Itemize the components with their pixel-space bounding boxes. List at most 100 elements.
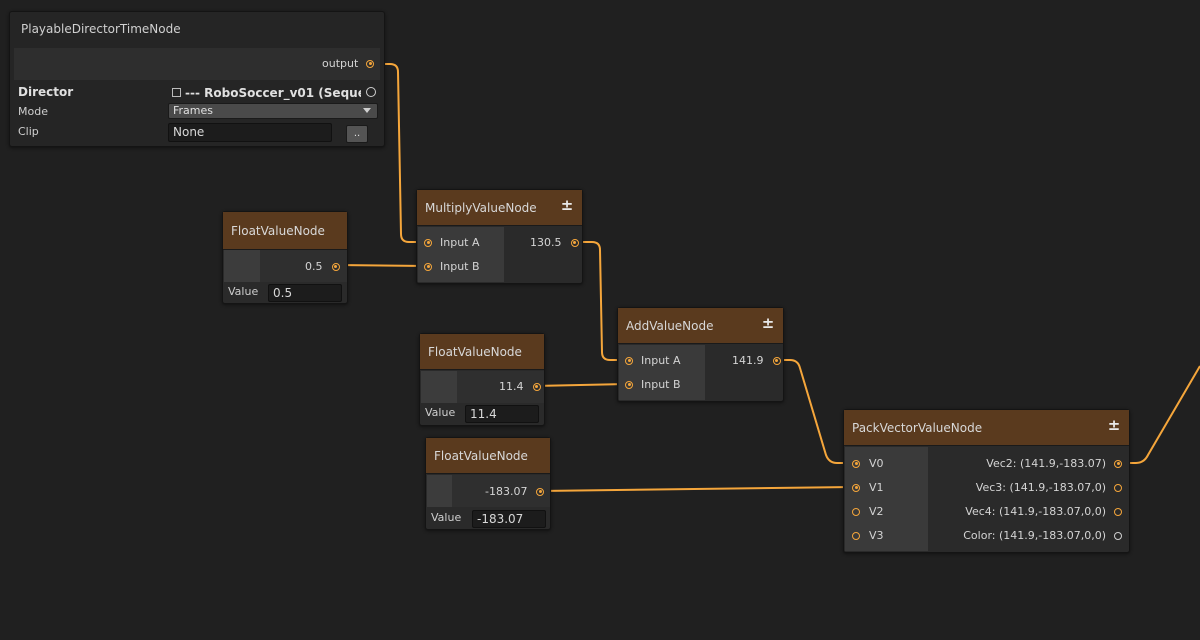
- node-title: PackVectorValueNode ±: [844, 410, 1129, 446]
- value-field[interactable]: 0.5: [268, 284, 342, 302]
- vec3-output-port[interactable]: Vec3: (141.9,-183.07,0): [976, 481, 1122, 494]
- v0-label: V0: [869, 457, 884, 470]
- mode-label: Mode: [18, 105, 48, 118]
- input-well: [427, 475, 452, 507]
- port-dot-icon[interactable]: [1114, 483, 1122, 492]
- node-title-text: FloatValueNode: [434, 448, 528, 463]
- port-dot-icon[interactable]: [532, 382, 541, 391]
- port-dot-icon[interactable]: [424, 262, 432, 271]
- v2-label: V2: [869, 505, 884, 518]
- node-title: PlayableDirectorTimeNode: [21, 22, 181, 36]
- input-a-label: Input A: [440, 236, 480, 249]
- vec2-label: Vec2: (141.9,-183.07): [986, 457, 1106, 470]
- port-dot-icon[interactable]: [1114, 459, 1122, 468]
- input-well: [224, 250, 260, 282]
- clip-value: None: [173, 125, 205, 139]
- clip-select-button[interactable]: ..: [346, 125, 368, 143]
- output-value: 0.5: [305, 260, 323, 273]
- input-b-label: Input B: [440, 260, 480, 273]
- float-value-node-1[interactable]: FloatValueNode 0.5 Value 0.5: [222, 211, 348, 304]
- output-port[interactable]: -183.07: [485, 485, 545, 498]
- port-dot-icon[interactable]: [625, 356, 633, 365]
- director-value: --- RoboSoccer_v01 (Sequenc: [185, 85, 361, 100]
- director-field[interactable]: --- RoboSoccer_v01 (Sequenc: [170, 84, 378, 101]
- port-dot-icon[interactable]: [366, 59, 375, 68]
- add-value-node[interactable]: AddValueNode ± Input A Input B 141.9: [617, 307, 784, 402]
- port-dot-icon[interactable]: [536, 487, 545, 496]
- v1-port[interactable]: V1: [852, 481, 884, 494]
- output-value: 141.9: [732, 354, 764, 367]
- input-b-label: Input B: [641, 378, 681, 391]
- v3-port[interactable]: V3: [852, 529, 884, 542]
- port-dot-icon[interactable]: [424, 238, 432, 247]
- node-title: MultiplyValueNode ±: [417, 190, 582, 226]
- output-port[interactable]: 0.5: [305, 260, 340, 273]
- port-dot-icon[interactable]: [570, 238, 579, 247]
- node-title: AddValueNode ±: [618, 308, 783, 344]
- clip-label: Clip: [18, 125, 39, 138]
- value-label: Value: [431, 511, 462, 524]
- vec4-output-port[interactable]: Vec4: (141.9,-183.07,0,0): [965, 505, 1122, 518]
- output-port[interactable]: 141.9: [732, 354, 781, 367]
- v0-port[interactable]: V0: [852, 457, 884, 470]
- pack-vector-value-node[interactable]: PackVectorValueNode ± V0 V1 V2 V3 Vec2: …: [843, 409, 1130, 553]
- port-dot-icon[interactable]: [852, 459, 860, 468]
- wire-float2-to-add-b: [533, 383, 628, 387]
- output-value: 130.5: [530, 236, 562, 249]
- vec4-label: Vec4: (141.9,-183.07,0,0): [965, 505, 1106, 518]
- node-title-text: PackVectorValueNode: [852, 420, 983, 435]
- node-title: FloatValueNode: [223, 212, 347, 250]
- input-a-port[interactable]: Input A: [625, 354, 681, 367]
- port-dot-icon[interactable]: [852, 507, 860, 516]
- value-label: Value: [425, 406, 456, 419]
- port-dot-icon[interactable]: [1114, 507, 1122, 516]
- vec3-label: Vec3: (141.9,-183.07,0): [975, 481, 1106, 494]
- color-output-port[interactable]: Color: (141.9,-183.07,0,0): [963, 529, 1122, 542]
- node-title-text: FloatValueNode: [231, 223, 325, 238]
- wire-float3-to-pack-v1: [539, 486, 854, 492]
- input-a-label: Input A: [641, 354, 681, 367]
- output-port[interactable]: output: [322, 57, 375, 70]
- input-a-port[interactable]: Input A: [424, 236, 480, 249]
- output-value: 11.4: [499, 380, 524, 393]
- vec2-output-port[interactable]: Vec2: (141.9,-183.07): [986, 457, 1122, 470]
- wire-pack-vec2-out: [1120, 365, 1200, 464]
- port-dot-icon[interactable]: [625, 380, 633, 389]
- director-time-node[interactable]: PlayableDirectorTimeNode output Director…: [9, 11, 385, 147]
- clip-field[interactable]: None: [168, 123, 332, 142]
- timeline-icon: [172, 88, 181, 97]
- float-value-node-2[interactable]: FloatValueNode 11.4 Value 11.4: [419, 333, 545, 426]
- output-port[interactable]: 130.5: [530, 236, 579, 249]
- wire-add-to-pack-v0: [775, 359, 853, 464]
- director-label: Director: [18, 85, 74, 99]
- v3-label: V3: [869, 529, 884, 542]
- node-title-text: FloatValueNode: [428, 344, 522, 359]
- output-value: -183.07: [485, 485, 528, 498]
- port-dot-icon[interactable]: [331, 262, 340, 271]
- plus-minus-icon[interactable]: ±: [1107, 416, 1121, 434]
- chevron-down-icon: [363, 108, 371, 113]
- node-title: FloatValueNode: [426, 438, 550, 474]
- output-label: output: [322, 57, 359, 70]
- port-dot-icon[interactable]: [1114, 531, 1122, 540]
- v2-port[interactable]: V2: [852, 505, 884, 518]
- float-value-node-3[interactable]: FloatValueNode -183.07 Value -183.07: [425, 437, 551, 530]
- value-text: 0.5: [273, 286, 293, 300]
- mode-dropdown[interactable]: Frames: [168, 103, 378, 119]
- port-dot-icon[interactable]: [852, 483, 860, 492]
- input-b-port[interactable]: Input B: [424, 260, 480, 273]
- port-dot-icon[interactable]: [852, 531, 860, 540]
- port-dot-icon[interactable]: [772, 356, 781, 365]
- value-field[interactable]: 11.4: [465, 405, 539, 423]
- node-title: FloatValueNode: [420, 334, 544, 370]
- plus-minus-icon[interactable]: ±: [560, 196, 574, 214]
- color-label: Color: (141.9,-183.07,0,0): [963, 529, 1106, 542]
- plus-minus-icon[interactable]: ±: [761, 314, 775, 332]
- object-picker-icon[interactable]: [366, 87, 376, 97]
- value-text: -183.07: [477, 512, 524, 526]
- multiply-value-node[interactable]: MultiplyValueNode ± Input A Input B 130.…: [416, 189, 583, 284]
- input-b-port[interactable]: Input B: [625, 378, 681, 391]
- value-text: 11.4: [470, 407, 497, 421]
- output-port[interactable]: 11.4: [499, 380, 541, 393]
- value-field[interactable]: -183.07: [472, 510, 546, 528]
